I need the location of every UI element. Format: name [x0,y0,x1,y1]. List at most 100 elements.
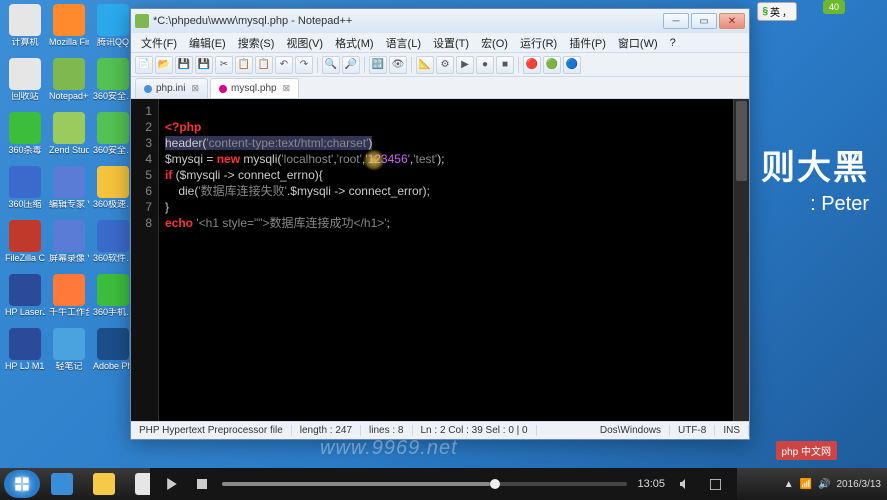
toolbar-button[interactable]: ● [476,56,494,74]
phpcn-badge: php 中文网 [776,441,837,460]
tab-close-icon[interactable]: ⊠ [191,83,199,94]
desktop-icon[interactable]: 360极速… [94,166,132,218]
desktop-icon[interactable]: 轻笔记 [50,328,88,380]
progress-bar[interactable] [222,482,627,486]
line-number: 3 [133,135,152,151]
menu-item[interactable]: 设置(T) [427,33,475,53]
toolbar-button[interactable]: 🔍 [322,56,340,74]
toolbar-button[interactable]: 📄 [135,56,153,74]
code-token: ) [368,136,372,150]
menu-item[interactable]: 格式(M) [329,33,380,53]
toolbar-button[interactable]: 💾 [195,56,213,74]
editor-tab[interactable]: php.ini⊠ [135,78,208,98]
status-position: Ln : 2 Col : 39 Sel : 0 | 0 [413,425,537,436]
desktop-icon[interactable]: 360软件… [94,220,132,272]
tray-network-icon[interactable]: 📶 [800,479,812,490]
desktop-icon[interactable]: 回收站 [6,58,44,110]
close-button[interactable]: ✕ [719,13,745,29]
toolbar-button[interactable]: 🔵 [563,56,581,74]
taskbar-item[interactable] [84,470,124,498]
toolbar-button[interactable]: ■ [496,56,514,74]
tray-icon[interactable]: ▲ [784,479,794,490]
code-token: '123456' [365,152,410,166]
menu-item[interactable]: 编辑(E) [183,33,232,53]
toolbar-button[interactable]: 🟢 [543,56,561,74]
app-icon [53,274,85,306]
menu-item[interactable]: 搜索(S) [232,33,281,53]
desktop-icon[interactable]: Zend Studio 10.0.0 [50,112,88,164]
app-icon [9,274,41,306]
desktop-icon[interactable]: HP LJ M1530 Scan [6,328,44,380]
volume-button[interactable] [675,474,695,494]
app-icon [135,14,149,28]
menu-item[interactable]: 窗口(W) [612,33,664,53]
toolbar-button[interactable]: ⚙ [436,56,454,74]
menu-item[interactable]: 运行(R) [514,33,563,53]
toolbar-button[interactable]: 📋 [235,56,253,74]
start-button[interactable] [4,470,40,498]
status-mode: INS [715,425,749,436]
desktop-icon[interactable]: Mozilla Firefox [50,4,88,56]
menu-item[interactable]: 视图(V) [280,33,329,53]
editor[interactable]: 12345678 <?php header('content-type:text… [131,99,749,421]
app-icon [97,112,129,144]
toolbar-button[interactable]: ↷ [295,56,313,74]
toolbar-button[interactable]: ↶ [275,56,293,74]
tray-date[interactable]: 2016/3/13 [837,479,882,490]
toolbar-button[interactable]: 📂 [155,56,173,74]
desktop-icon[interactable]: 360杀毒 [6,112,44,164]
toolbar-button[interactable]: 🔴 [523,56,541,74]
vertical-scrollbar[interactable] [733,99,749,421]
progress-knob[interactable] [490,479,500,489]
play-button[interactable] [162,474,182,494]
desktop-icon[interactable]: 360压缩 [6,166,44,218]
desktop-icon[interactable]: Adobe Photosh… [94,328,132,380]
toolbar-button[interactable]: 🔡 [369,56,387,74]
fullscreen-button[interactable] [705,474,725,494]
desktop-icon[interactable]: 屏幕录像 V2015 [50,220,88,272]
desktop-icon[interactable]: HP LaserJet Profession… [6,274,44,326]
scrollbar-thumb[interactable] [736,101,747,181]
desktop-icon[interactable]: 360手机… [94,274,132,326]
titlebar[interactable]: *C:\phpedu\www\mysql.php - Notepad++ ─ ▭… [131,9,749,33]
menu-item[interactable]: 插件(P) [563,33,612,53]
desktop-icon[interactable]: 360安全… [94,58,132,110]
desktop-icon[interactable]: Notepad++ [50,58,88,110]
toolbar-button[interactable]: 🔎 [342,56,360,74]
menu-item[interactable]: 语言(L) [380,33,427,53]
toolbar-button[interactable]: 👁 [389,56,407,74]
toolbar-button[interactable]: 📋 [255,56,273,74]
code-area[interactable]: <?php header('content-type:text/html;cha… [159,99,749,421]
tab-close-icon[interactable]: ⊠ [283,83,291,94]
toolbar-button[interactable]: 📐 [416,56,434,74]
desktop-icon[interactable]: 腾讯QQ [94,4,132,56]
desktop-icon[interactable]: 编辑专家 V2015 [50,166,88,218]
toolbar-button[interactable]: ▶ [456,56,474,74]
toolbar-button[interactable]: ✂ [215,56,233,74]
unsaved-dot-icon [219,85,227,93]
menu-item[interactable]: ? [664,35,682,51]
watermark-text: www.9969.net [320,437,458,460]
ime-indicator[interactable]: § 英 ， [757,2,797,21]
editor-tab[interactable]: mysql.php⊠ [210,78,299,98]
desktop-icon[interactable]: FileZilla Client [6,220,44,272]
desktop-icon[interactable]: 计算机 [6,4,44,56]
toolbar-button[interactable]: 💾 [175,56,193,74]
tab-bar: php.ini⊠mysql.php⊠ [131,77,749,99]
desktop-icon-label: 屏幕录像 V2015 [49,254,89,263]
menu-item[interactable]: 宏(O) [475,33,514,53]
ime-punct: ， [782,4,792,19]
taskbar-item[interactable] [42,470,82,498]
progress-fill [222,482,490,486]
stop-button[interactable] [192,474,212,494]
menu-item[interactable]: 文件(F) [135,33,183,53]
tray-volume-icon[interactable]: 🔊 [818,479,830,490]
desktop-icon[interactable]: 360安全… [94,112,132,164]
minimize-button[interactable]: ─ [663,13,689,29]
stop-icon [197,479,207,489]
volume-icon [679,478,691,490]
desktop-icon[interactable]: 千牛工作台 [50,274,88,326]
maximize-button[interactable]: ▭ [691,13,717,29]
ime-badge[interactable]: 40 [823,0,845,14]
play-icon [166,478,178,490]
